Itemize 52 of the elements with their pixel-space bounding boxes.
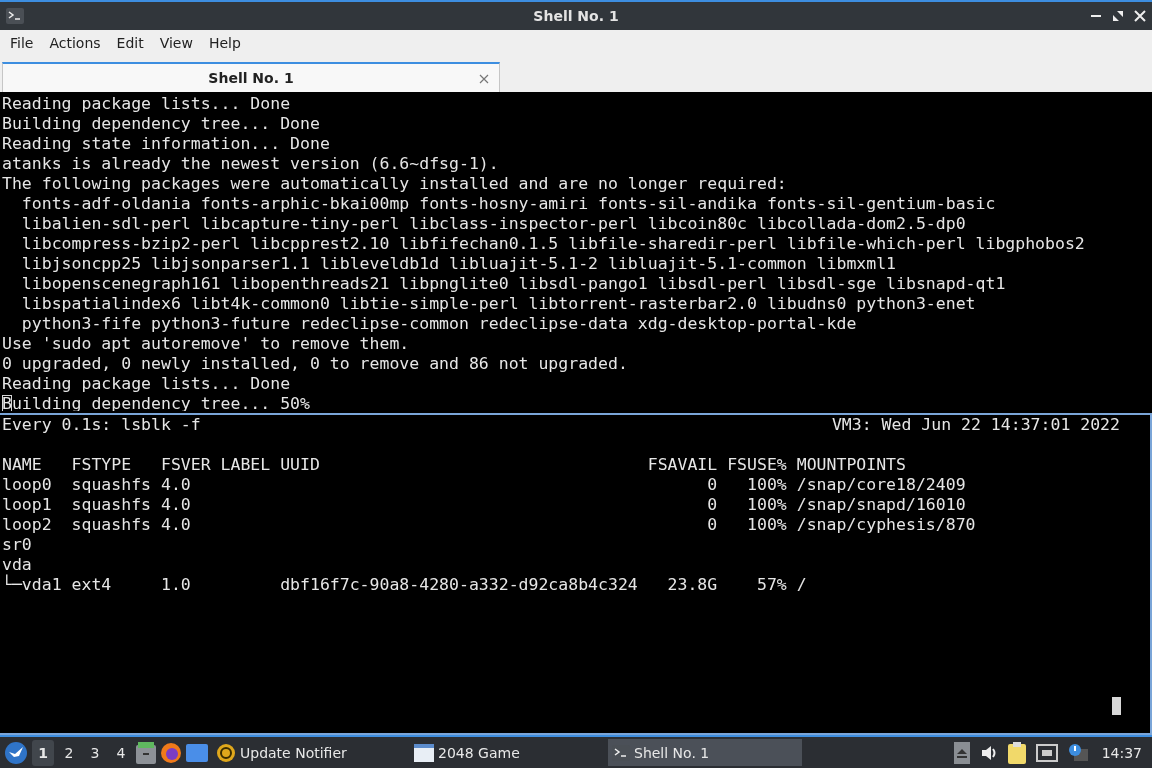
terminal-line: libalien-sdl-perl libcapture-tiny-perl libclass-inspector-perl libcoin80c libcollada-dom2.5-dp0: [20, 213, 966, 234]
desktop-switch[interactable]: 4: [110, 739, 132, 766]
notification-icon[interactable]: [1067, 742, 1088, 763]
task-button[interactable]: Update Notifier: [212, 739, 406, 767]
terminal-line: sr0: [2, 534, 32, 555]
terminal-line: libcompress-bzip2-perl libcpprest2.10 libfifechan0.1.5 libfile-sharedir-perl libfile-which-perl libgphobos2: [20, 233, 1085, 254]
window-title: Shell No. 1: [533, 7, 619, 24]
terminal-line: Reading package lists... Done: [2, 93, 291, 114]
text-cursor: [1112, 696, 1121, 715]
eject-icon[interactable]: [953, 741, 970, 764]
speaker-icon[interactable]: [979, 743, 998, 762]
terminal-line: 0 upgraded, 0 newly installed, 0 to remove and 86 not upgraded.: [2, 353, 628, 374]
terminal-line: The following packages were automatically installed and are no longer required:: [2, 173, 787, 194]
terminal-line: VM3: Wed Jun 22 14:37:01 2022: [831, 414, 1120, 435]
menu-item[interactable]: Actions: [41, 34, 109, 51]
terminal-line: vda: [2, 554, 32, 574]
menu-item[interactable]: Edit: [108, 34, 152, 51]
terminal-line: Reading package lists... Done: [2, 373, 291, 394]
terminal-line: libopenscenegraph161 libopenthreads21 libpnglite0 libsdl-pango1 libsdl-perl libsdl-sge libsnapd-qt1: [20, 273, 1006, 294]
maximize-icon[interactable]: [1112, 9, 1124, 22]
task-button[interactable]: Shell No. 1: [608, 739, 802, 767]
terminal-line: atanks is already the newest version (6.6~dfsg-1).: [2, 153, 499, 174]
terminal-line: fonts-adf-oldania fonts-arphic-bkai00mp fonts-hosny-amiri fonts-sil-andika fonts-sil-gentium-basic: [20, 193, 996, 214]
terminal-icon: [6, 7, 24, 24]
terminal-line: └─vda1 ext4 1.0 dbf16f7c-90a8-4280-a332-d92ca8b4c324 23.8G 57% /: [2, 574, 807, 595]
desktop-switch[interactable]: 1: [32, 739, 54, 766]
terminal-line: libjsoncpp25 libjsonparser1.1 libleveldb1d libluajit-5.1-2 libluajit-5.1-common libmxml1: [20, 253, 897, 274]
terminal-pane[interactable]: [0, 412, 1152, 736]
desktop-switch[interactable]: 2: [58, 739, 80, 766]
menu-item[interactable]: View: [151, 34, 201, 51]
folder-icon[interactable]: [186, 743, 208, 762]
terminal-line: NAME FSTYPE FSVER LABEL UUID FSAVAIL FSUSE% MOUNTPOINTS: [2, 454, 906, 475]
terminal-line: Every 0.1s: lsblk -f: [2, 414, 201, 435]
clipboard-icon[interactable]: [1007, 741, 1026, 764]
terminal-line: libspatialindex6 libt4k-common0 libtie-simple-perl libtorrent-rasterbar2.0 libudns0 python3-enet: [20, 293, 976, 314]
terminal-line: loop2 squashfs 4.0 0 100% /snap/cyphesis/870: [2, 514, 976, 535]
terminal-line: python3-fife python3-future redeclipse-common redeclipse-data xdg-desktop-portal-kde: [20, 313, 857, 334]
terminal-line: Use 'sudo apt autoremove' to remove them.: [2, 333, 410, 354]
menu-item[interactable]: File: [2, 34, 42, 51]
clock[interactable]: 14:37: [1101, 744, 1142, 761]
task-button[interactable]: 2048 Game: [410, 739, 604, 767]
window-icon: [414, 743, 434, 762]
terminal-line: Reading state information... Done: [2, 133, 330, 154]
menu-item[interactable]: Help: [200, 34, 249, 51]
terminal-line: Building dependency tree... Done: [2, 113, 320, 134]
browser-icon[interactable]: [160, 741, 182, 764]
file-cabinet-icon[interactable]: [136, 741, 156, 764]
terminal-line: loop0 squashfs 4.0 0 100% /snap/core18/2409: [2, 474, 966, 495]
network-icon[interactable]: [1035, 743, 1058, 762]
terminal-line: loop1 squashfs 4.0 0 100% /snap/snapd/16010: [2, 494, 966, 515]
desktop-switch[interactable]: 3: [84, 739, 106, 766]
tab[interactable]: Shell No. 1: [2, 61, 500, 92]
